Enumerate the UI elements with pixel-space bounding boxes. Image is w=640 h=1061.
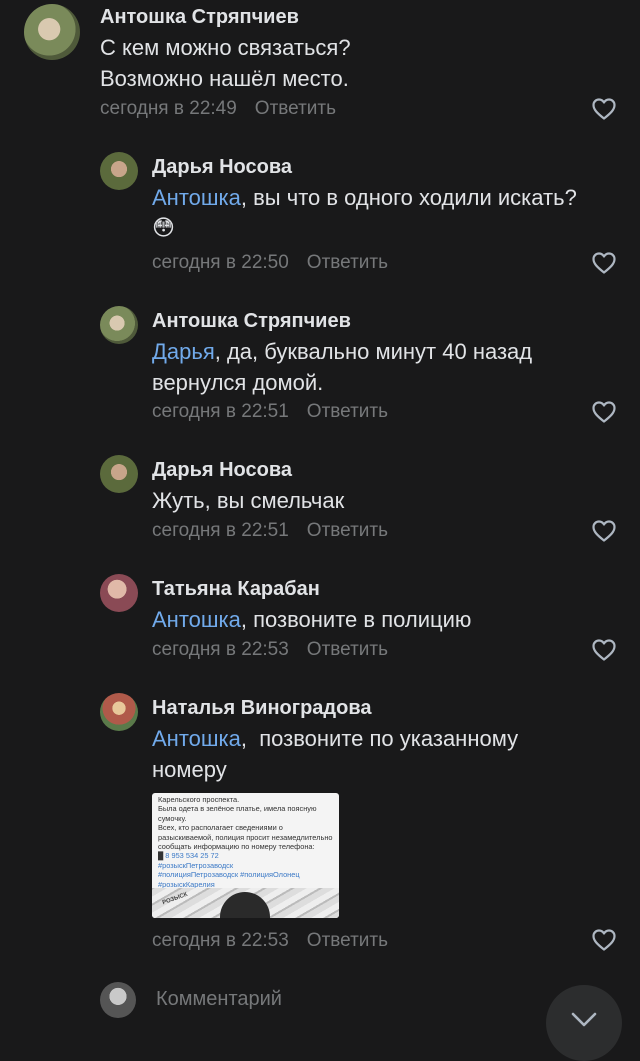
heart-outline-icon — [592, 401, 616, 423]
attachment-image[interactable]: Карельского проспекта. Была одета в зелё… — [152, 793, 339, 918]
comment-meta: сегодня в 22:53 Ответить — [152, 639, 388, 661]
comment-composer — [0, 975, 640, 1037]
comment-text: Антошка, позвоните в полицию — [152, 604, 622, 635]
comment-meta: сегодня в 22:51 Ответить — [152, 520, 388, 542]
heart-outline-icon — [592, 639, 616, 661]
avatar[interactable] — [24, 4, 80, 60]
comment-author[interactable]: Дарья Носова — [152, 156, 292, 179]
comment-time: сегодня в 22:51 — [152, 401, 289, 422]
comment-meta: сегодня в 22:49 Ответить — [100, 98, 336, 120]
emoji: 😳 — [152, 216, 175, 241]
reply-button[interactable]: Ответить — [255, 98, 336, 119]
avatar[interactable] — [100, 693, 138, 731]
comment-text: Дарья, да, буквально минут 40 назад верн… — [152, 336, 572, 398]
comment-text: С кем можно связаться? Возможно нашёл ме… — [100, 32, 570, 94]
avatar[interactable] — [100, 306, 138, 344]
avatar[interactable] — [100, 152, 138, 190]
strip-text: РОЗЫСК — [161, 891, 189, 907]
comment-meta: сегодня в 22:53 Ответить — [152, 930, 388, 952]
comment-text-line: С кем можно связаться? — [100, 35, 351, 60]
reply-button[interactable]: Ответить — [307, 930, 388, 951]
heart-outline-icon — [592, 98, 616, 120]
comment-author[interactable]: Антошка Стряпчиев — [152, 310, 351, 333]
phone-number: 8 953 534 25 72 — [165, 851, 219, 861]
avatar — [100, 982, 136, 1018]
reply-button[interactable]: Ответить — [307, 401, 388, 422]
heart-outline-icon — [592, 929, 616, 951]
like-button[interactable] — [592, 401, 616, 423]
comment-author[interactable]: Наталья Виноградова — [152, 697, 371, 720]
heart-outline-icon — [592, 520, 616, 542]
scroll-down-button[interactable] — [546, 985, 622, 1061]
attachment-tags: #розыскПетрозаводск #полицияПетрозаводск… — [158, 860, 300, 889]
like-button[interactable] — [592, 929, 616, 951]
reply-button[interactable]: Ответить — [307, 639, 388, 660]
mention-link[interactable]: Антошка — [152, 607, 241, 632]
comment-author[interactable]: Антошка Стряпчиев — [100, 6, 299, 29]
like-button[interactable] — [592, 98, 616, 120]
comment-text-body: , позвоните в полицию — [240, 607, 472, 632]
comment-text-line: Возможно нашёл место. — [100, 66, 349, 91]
reply-button[interactable]: Ответить — [307, 520, 388, 541]
comment-time: сегодня в 22:53 — [152, 930, 289, 951]
mention-link[interactable]: Антошка — [152, 185, 241, 210]
avatar[interactable] — [100, 455, 138, 493]
comment-author[interactable]: Дарья Носова — [152, 459, 292, 482]
heart-outline-icon — [592, 252, 616, 274]
attachment-text: Карельского проспекта. Была одета в зелё… — [158, 795, 333, 852]
comment-input[interactable]: Комментарий — [156, 988, 282, 1011]
comment-meta: сегодня в 22:51 Ответить — [152, 401, 388, 423]
like-button[interactable] — [592, 520, 616, 542]
comment-text: Антошка, вы что в одного ходили искать? … — [152, 182, 622, 244]
comment-time: сегодня в 22:49 — [100, 98, 237, 119]
comment-text: Жуть, вы смельчак — [152, 488, 345, 513]
mention-link[interactable]: Антошка — [152, 726, 241, 751]
comment-time: сегодня в 22:50 — [152, 252, 289, 273]
avatar[interactable] — [100, 574, 138, 612]
comment-author[interactable]: Татьяна Карабан — [152, 578, 320, 601]
reply-button[interactable]: Ответить — [307, 252, 388, 273]
comment-meta: сегодня в 22:50 Ответить — [152, 252, 388, 274]
comment-text: Антошка, позвоните по указанному номеру — [152, 723, 572, 785]
comment-time: сегодня в 22:51 — [152, 520, 289, 541]
comment-time: сегодня в 22:53 — [152, 639, 289, 660]
like-button[interactable] — [592, 639, 616, 661]
comment-text-body: , вы что в одного ходили искать? — [240, 185, 577, 210]
attachment-phone: █ 8 953 534 25 72 — [158, 851, 219, 861]
like-button[interactable] — [592, 252, 616, 274]
mention-link[interactable]: Дарья — [152, 339, 215, 364]
chevron-down-icon — [571, 1012, 597, 1027]
